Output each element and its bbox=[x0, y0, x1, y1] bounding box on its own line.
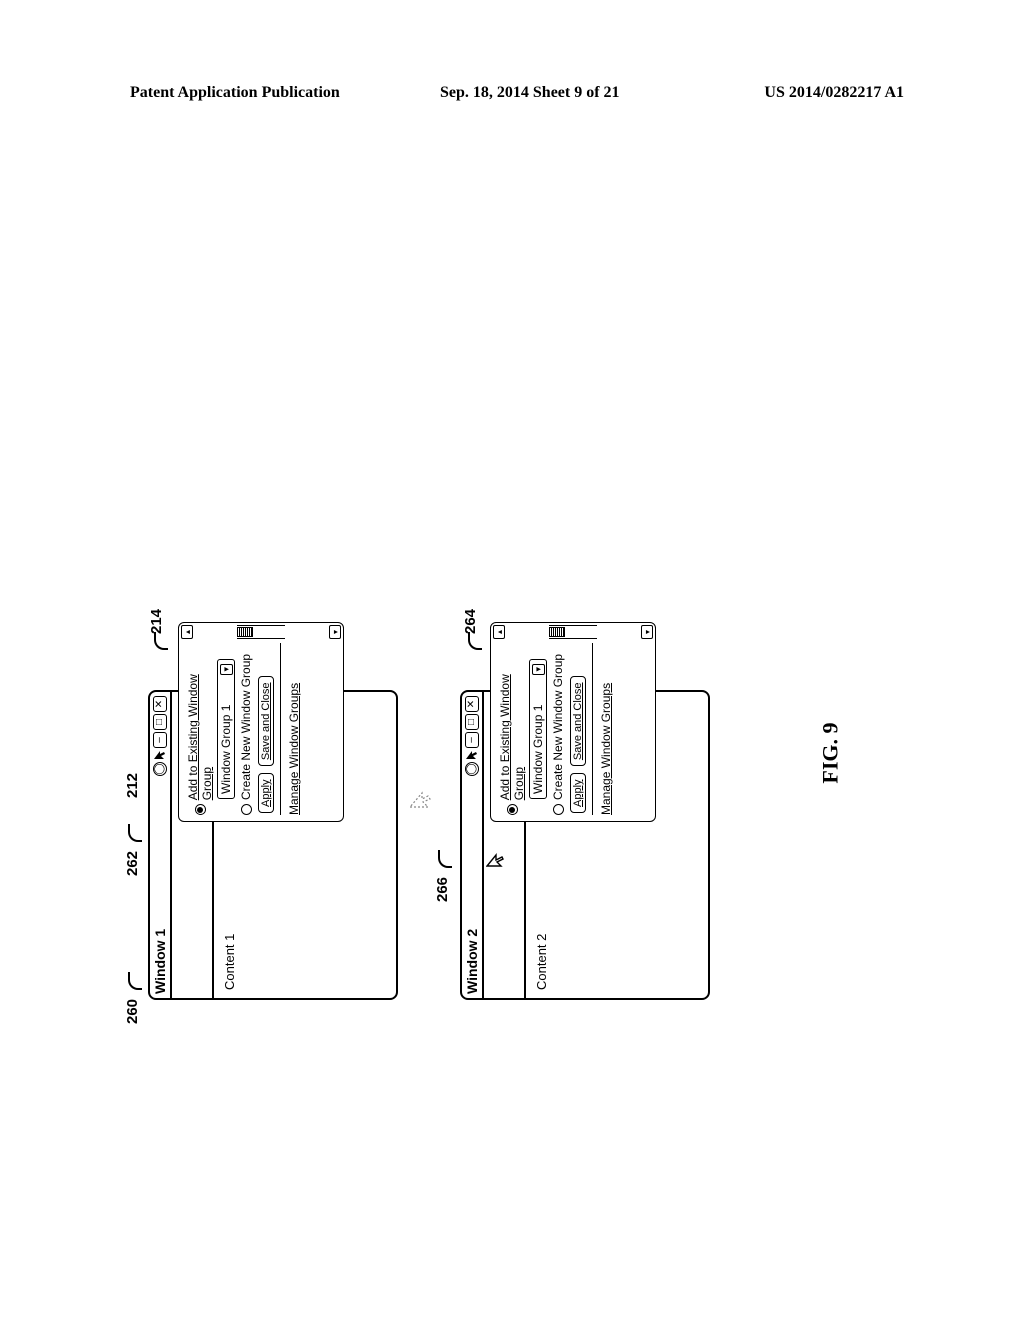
window-2-controls: ◯ – □ ✕ bbox=[465, 696, 479, 776]
group-select-1[interactable]: Window Group 1 ▾ bbox=[217, 659, 235, 799]
manage-groups-link[interactable]: Manage Window Groups bbox=[599, 643, 613, 815]
ref-266: 266 bbox=[434, 877, 451, 902]
hook-266 bbox=[438, 850, 452, 868]
scroll-up-icon[interactable]: ▴ bbox=[493, 625, 505, 639]
scroll-thumb[interactable] bbox=[237, 627, 253, 637]
apply-button[interactable]: Apply bbox=[570, 773, 586, 813]
radio-selected-icon bbox=[507, 804, 518, 815]
ref-214: 214 bbox=[148, 609, 165, 634]
hook-260 bbox=[128, 972, 142, 990]
scroll-up-icon[interactable]: ▴ bbox=[181, 625, 193, 639]
save-close-button[interactable]: Save and Close bbox=[258, 676, 274, 766]
group-icon[interactable]: ◯ bbox=[153, 762, 167, 776]
scroll-track[interactable] bbox=[549, 625, 597, 639]
ref-262: 262 bbox=[124, 851, 141, 876]
separator bbox=[280, 643, 281, 815]
button-row-1: Apply Save and Close bbox=[256, 643, 276, 815]
dropdown-panel-1: ▴ ▾ Add to Existing Window Group Window … bbox=[178, 622, 344, 822]
hook-262 bbox=[128, 824, 142, 842]
radio-create-new-1[interactable]: Create New Window Group bbox=[239, 643, 253, 815]
window-2-title: Window 2 bbox=[464, 929, 480, 994]
hook-264 bbox=[468, 632, 482, 650]
group-select-value: Window Group 1 bbox=[219, 705, 233, 794]
minimize-button[interactable]: – bbox=[465, 732, 479, 748]
figure-caption: FIG. 9 bbox=[818, 722, 844, 783]
radio-unselected-icon bbox=[553, 804, 564, 815]
dropdown-2-scrollbar[interactable]: ▴ ▾ bbox=[493, 625, 653, 639]
hook-214 bbox=[154, 632, 168, 650]
radio-add-existing-1[interactable]: Add to Existing Window Group bbox=[186, 643, 214, 815]
ref-264: 264 bbox=[462, 609, 479, 634]
create-new-label: Create New Window Group bbox=[551, 654, 565, 800]
save-close-button[interactable]: Save and Close bbox=[570, 676, 586, 766]
window-1-title: Window 1 bbox=[152, 929, 168, 994]
group-select-2[interactable]: Window Group 1 ▾ bbox=[529, 659, 547, 799]
header-right: US 2014/0282217 A1 bbox=[764, 84, 904, 102]
pointer-icon bbox=[153, 750, 167, 760]
close-button[interactable]: ✕ bbox=[153, 696, 167, 712]
scroll-down-icon[interactable]: ▾ bbox=[329, 625, 341, 639]
maximize-button[interactable]: □ bbox=[465, 714, 479, 730]
add-existing-label: Add to Existing Window Group bbox=[498, 643, 526, 800]
add-existing-label: Add to Existing Window Group bbox=[186, 643, 214, 800]
chevron-down-icon: ▾ bbox=[532, 664, 545, 675]
window-1-controls: ◯ – □ ✕ bbox=[153, 696, 167, 776]
cursor-icon bbox=[486, 852, 506, 868]
close-button[interactable]: ✕ bbox=[465, 696, 479, 712]
window-2-titlebar[interactable]: Window 2 ◯ – □ ✕ bbox=[462, 692, 484, 998]
radio-create-new-2[interactable]: Create New Window Group bbox=[551, 643, 565, 815]
apply-button[interactable]: Apply bbox=[258, 773, 274, 813]
scroll-track[interactable] bbox=[237, 625, 285, 639]
ghost-cursor-icon bbox=[408, 788, 434, 810]
figure-rotated: 260 262 212 214 266 264 80 Window 1 ◯ – … bbox=[130, 400, 750, 1020]
button-row-2: Apply Save and Close bbox=[568, 643, 588, 815]
header-mid: Sep. 18, 2014 Sheet 9 of 21 bbox=[440, 84, 620, 102]
pointer-icon bbox=[465, 750, 479, 760]
dropdown-1-scrollbar[interactable]: ▴ ▾ bbox=[181, 625, 341, 639]
minimize-button[interactable]: – bbox=[153, 732, 167, 748]
maximize-button[interactable]: □ bbox=[153, 714, 167, 730]
radio-add-existing-2[interactable]: Add to Existing Window Group bbox=[498, 643, 526, 815]
group-select-value: Window Group 1 bbox=[531, 705, 545, 794]
chevron-down-icon: ▾ bbox=[220, 664, 233, 675]
create-new-label: Create New Window Group bbox=[239, 654, 253, 800]
manage-groups-link[interactable]: Manage Window Groups bbox=[287, 643, 301, 815]
group-icon[interactable]: ◯ bbox=[465, 762, 479, 776]
ref-260: 260 bbox=[124, 999, 141, 1024]
ref-212: 212 bbox=[124, 773, 141, 798]
separator bbox=[592, 643, 593, 815]
scroll-thumb[interactable] bbox=[549, 627, 565, 637]
radio-selected-icon bbox=[195, 804, 206, 815]
header-left: Patent Application Publication bbox=[130, 84, 340, 102]
radio-unselected-icon bbox=[241, 804, 252, 815]
window-1-titlebar[interactable]: Window 1 ◯ – □ ✕ bbox=[150, 692, 172, 998]
dropdown-panel-2: ▴ ▾ Add to Existing Window Group Window … bbox=[490, 622, 656, 822]
scroll-down-icon[interactable]: ▾ bbox=[641, 625, 653, 639]
